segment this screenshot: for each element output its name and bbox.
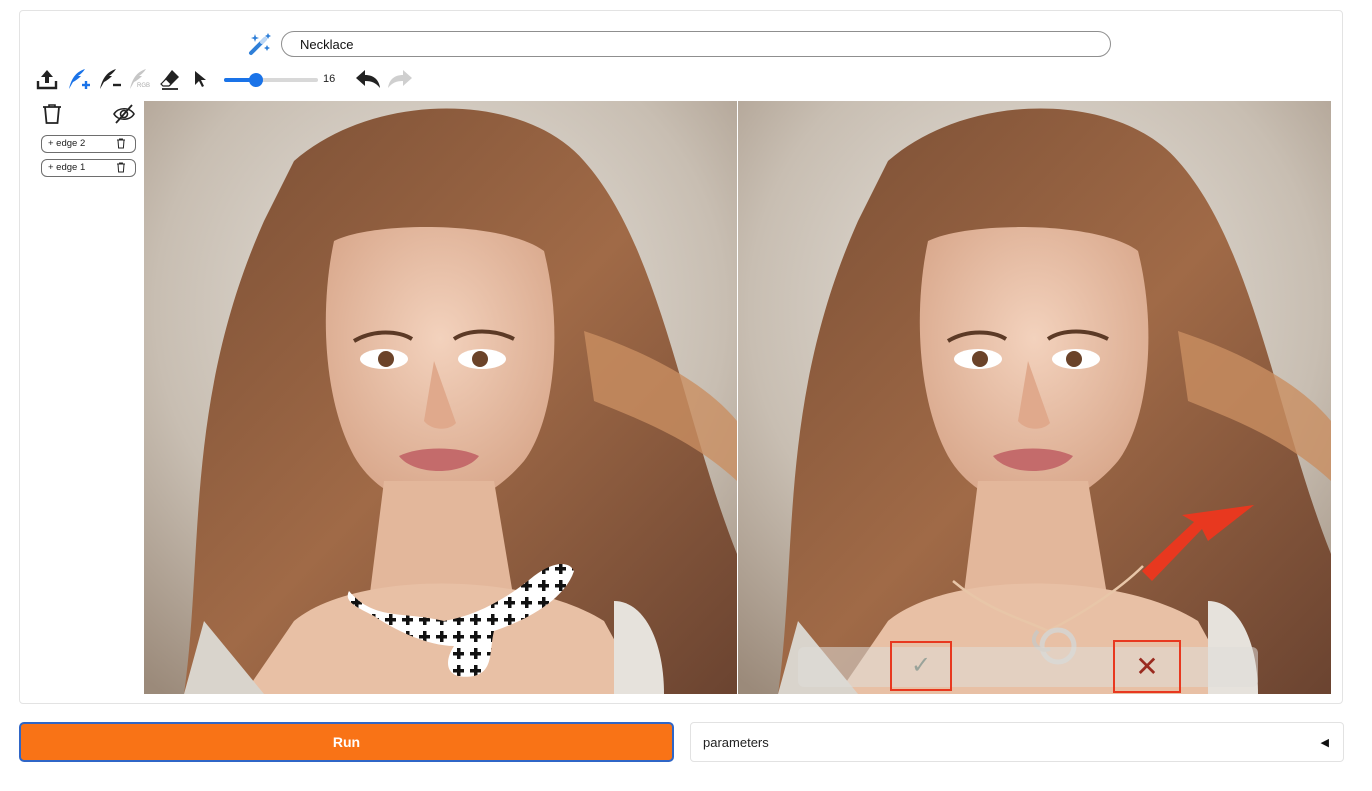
delete-layer-icon[interactable] (116, 138, 126, 149)
brush-rgb-icon[interactable]: RGB (126, 66, 152, 92)
accept-result-button[interactable]: ✓ (890, 641, 952, 691)
brush-size-value: 16 (323, 73, 336, 85)
prompt-input[interactable] (281, 31, 1111, 57)
rgb-tag: RGB (137, 83, 151, 89)
pointer-icon[interactable] (193, 70, 209, 88)
reject-result-button[interactable]: ✕ (1113, 640, 1181, 693)
hide-eye-icon[interactable] (112, 103, 136, 125)
brush-size-slider[interactable] (224, 73, 318, 87)
brush-size-slider-thumb[interactable] (248, 73, 263, 87)
delete-layer-icon[interactable] (116, 162, 126, 173)
layer-label: + edge 1 (48, 162, 86, 173)
parameters-label: parameters (703, 735, 769, 750)
redo-icon[interactable] (386, 68, 414, 90)
eraser-icon[interactable] (158, 67, 182, 91)
parameters-accordion[interactable]: parameters ◀ (690, 722, 1344, 762)
clear-all-trash-icon[interactable] (41, 103, 63, 125)
input-image-canvas[interactable] (144, 101, 737, 694)
reject-label: ✕ (1135, 651, 1159, 682)
brush-add-icon[interactable] (65, 66, 91, 92)
undo-icon[interactable] (354, 68, 382, 90)
accept-label: ✓ (910, 652, 932, 679)
collapse-caret-icon[interactable]: ◀ (1321, 723, 1329, 763)
magic-wand-icon[interactable] (247, 31, 273, 57)
layer-label: + edge 2 (48, 138, 86, 149)
layer-item[interactable]: + edge 1 (41, 159, 136, 177)
layer-item[interactable]: + edge 2 (41, 135, 136, 153)
brush-subtract-icon[interactable] (96, 66, 122, 92)
run-button[interactable]: Run (19, 722, 674, 762)
upload-icon[interactable] (35, 67, 59, 91)
result-image-canvas[interactable] (738, 101, 1331, 694)
